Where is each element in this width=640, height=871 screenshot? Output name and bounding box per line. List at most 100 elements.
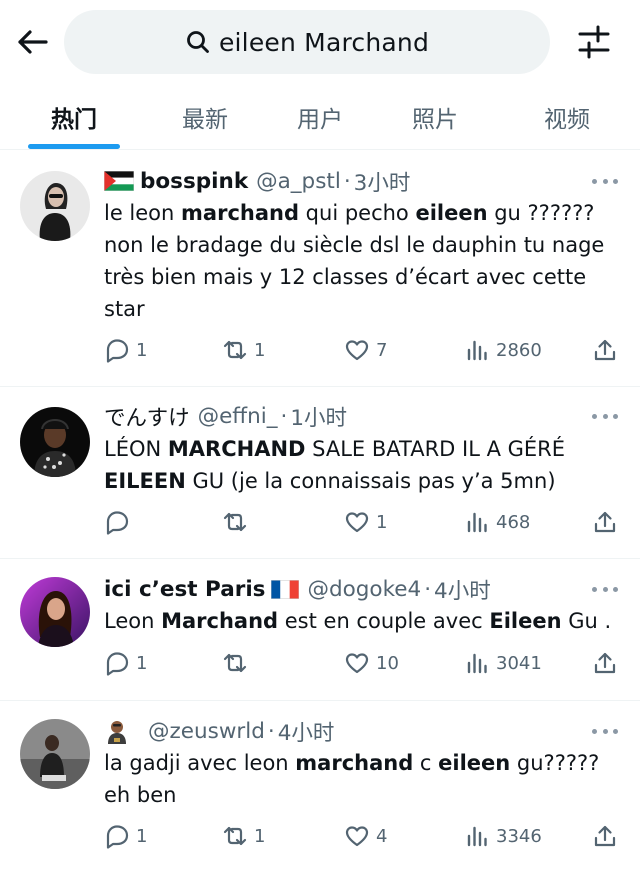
highlighted-term: eileen — [438, 751, 511, 775]
more-button[interactable] — [592, 171, 618, 191]
like-count: 1 — [376, 511, 388, 533]
like-button[interactable]: 10 — [344, 647, 399, 679]
reply-button[interactable]: 1 — [104, 334, 147, 366]
avatar[interactable] — [20, 577, 90, 647]
text-segment: SALE BATARD IL A GÉRÉ — [305, 437, 566, 461]
user-handle[interactable]: @effni_ — [198, 404, 278, 429]
timestamp[interactable]: 4小时 — [434, 574, 491, 605]
like-count: 4 — [376, 825, 388, 847]
search-tabs: 热门 最新 用户 照片 视频 — [0, 84, 640, 150]
tweet-actions: 1 10 3041 — [104, 647, 624, 679]
display-name[interactable]: ici c’est Paris — [104, 577, 265, 602]
retweet-icon — [223, 653, 247, 673]
separator-dot: · — [424, 576, 432, 602]
retweet-button[interactable]: 1 — [222, 334, 265, 366]
reply-icon — [106, 339, 129, 363]
view-count: 2860 — [496, 339, 542, 361]
like-count: 7 — [376, 339, 388, 361]
view-count: 3346 — [496, 825, 542, 847]
user-handle[interactable]: @dogoke4 — [307, 577, 421, 602]
reply-count: 1 — [136, 652, 148, 674]
share-icon — [594, 339, 616, 361]
more-button[interactable] — [592, 579, 618, 599]
reply-button[interactable]: 1 — [104, 820, 147, 852]
heart-icon — [345, 340, 369, 361]
views-button[interactable]: 3346 — [464, 820, 542, 852]
views-button[interactable]: 3041 — [464, 647, 542, 679]
display-name[interactable]: でんすけ — [104, 401, 190, 432]
timestamp[interactable]: 1小时 — [290, 401, 347, 432]
more-button[interactable] — [592, 406, 618, 426]
reply-icon — [106, 511, 129, 535]
retweet-icon — [223, 340, 247, 360]
back-button[interactable] — [14, 24, 50, 60]
avatar[interactable] — [20, 407, 90, 477]
views-button[interactable]: 468 — [464, 506, 530, 538]
tab-latest[interactable]: 最新 — [145, 84, 265, 150]
highlighted-term: Marchand — [161, 609, 279, 633]
highlighted-term: eileen — [415, 201, 488, 225]
text-segment: LÉON — [104, 437, 168, 461]
separator-dot: · — [267, 718, 275, 744]
like-button[interactable]: 4 — [344, 820, 387, 852]
tweet[interactable]: ici c’est Paris @dogoke4 · 4小时 Leon Marc… — [0, 559, 640, 701]
view-count: 3041 — [496, 652, 542, 674]
text-segment: qui pecho — [299, 201, 416, 225]
separator-dot: · — [280, 403, 288, 429]
tweet-text: la gadji avec leon marchand c eileen gu?… — [104, 747, 624, 811]
palestine-flag-icon — [103, 170, 135, 192]
tab-people[interactable]: 用户 — [260, 84, 380, 150]
tweet-header: bosspink @a_pstl · 3小时 — [103, 166, 580, 197]
search-settings-button[interactable] — [574, 22, 614, 62]
top-bar: eileen Marchand — [0, 0, 640, 84]
search-input[interactable]: eileen Marchand — [64, 10, 550, 74]
avatar[interactable] — [20, 171, 90, 241]
share-button[interactable] — [592, 506, 618, 538]
reply-count: 1 — [136, 339, 148, 361]
text-segment: le leon — [104, 201, 182, 225]
tab-top[interactable]: 热门 — [14, 84, 134, 150]
view-count: 468 — [496, 511, 531, 533]
heart-icon — [345, 512, 369, 533]
bar-chart-icon — [467, 340, 487, 361]
tweet-text: LÉON MARCHAND SALE BATARD IL A GÉRÉ EILE… — [104, 433, 624, 497]
display-name[interactable]: bosspink — [140, 169, 248, 194]
more-button[interactable] — [592, 721, 618, 741]
highlighted-term: Eileen — [489, 609, 562, 633]
retweet-button[interactable] — [222, 506, 254, 538]
text-segment: Gu . — [561, 609, 612, 633]
share-button[interactable] — [592, 647, 618, 679]
timestamp[interactable]: 4小时 — [278, 716, 335, 747]
tweet-header: ici c’est Paris @dogoke4 · 4小时 — [104, 574, 580, 604]
more-horizontal-icon — [592, 178, 597, 184]
share-button[interactable] — [592, 334, 618, 366]
tweet-text: Leon Marchand est en couple avec Eileen … — [104, 605, 624, 637]
timestamp[interactable]: 3小时 — [354, 166, 411, 197]
more-horizontal-icon — [592, 728, 597, 734]
highlighted-term: marchand — [181, 201, 299, 225]
retweet-button[interactable]: 1 — [222, 820, 265, 852]
tweet[interactable]: @zeuswrld · 4小时 la gadji avec leon march… — [0, 701, 640, 871]
france-flag-icon — [271, 579, 300, 599]
tweet[interactable]: bosspink @a_pstl · 3小时 le leon marchand … — [0, 151, 640, 387]
avatar[interactable] — [20, 719, 90, 789]
tab-videos[interactable]: 视频 — [507, 84, 627, 150]
retweet-count: 1 — [254, 825, 266, 847]
like-count: 10 — [376, 652, 399, 674]
retweet-button[interactable] — [222, 647, 254, 679]
reply-button[interactable]: 1 — [104, 647, 147, 679]
user-handle[interactable]: @a_pstl — [256, 169, 341, 194]
tab-photos[interactable]: 照片 — [375, 84, 495, 150]
retweet-count: 1 — [254, 339, 266, 361]
user-handle[interactable]: @zeuswrld — [148, 719, 265, 744]
share-icon — [594, 652, 616, 674]
arrow-left-icon — [18, 30, 48, 54]
like-button[interactable]: 7 — [344, 334, 387, 366]
tweet[interactable]: でんすけ @effni_ · 1小时 LÉON MARCHAND SALE BA… — [0, 387, 640, 559]
share-button[interactable] — [592, 820, 618, 852]
tab-label: 照片 — [412, 107, 458, 133]
text-segment: GU (je la connaissais pas y’a 5mn) — [185, 469, 556, 493]
reply-button[interactable] — [104, 506, 136, 538]
views-button[interactable]: 2860 — [464, 334, 542, 366]
like-button[interactable]: 1 — [344, 506, 387, 538]
